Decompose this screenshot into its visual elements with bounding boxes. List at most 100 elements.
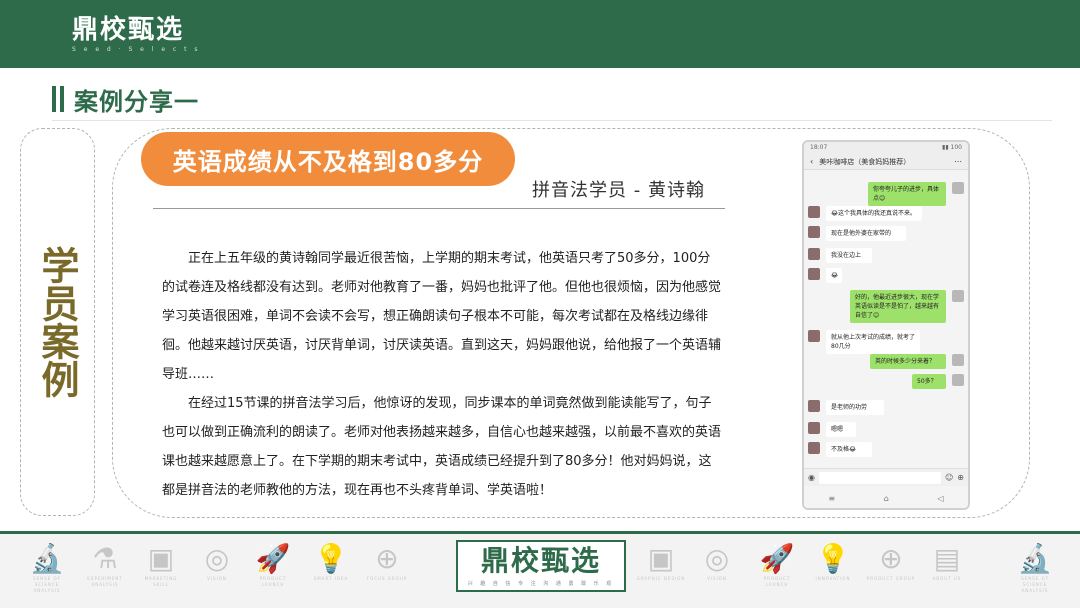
- contact-avatar: [808, 206, 820, 218]
- footer-icon-label: SENSE OF SCIENCE ANALYSIS: [1021, 576, 1049, 593]
- chat-message: 好的，他最近进步很大，现在学英语似读是不是怕了，越来越有自信了😊: [850, 290, 946, 323]
- chat-message: 嗯嗯: [826, 422, 856, 437]
- home-icon: ⌂: [883, 493, 889, 503]
- footer-icon-label: VISION: [207, 576, 227, 581]
- bulb-icon-2-glyph: 💡: [815, 542, 851, 575]
- plus-icon: ⊕: [957, 473, 964, 482]
- chat-screenshot: 18:07 ▮▮ 100 ‹ 美咔咖啡店（美食妈妈推荐） ⋯ 你夸夸儿子的进步，…: [802, 140, 970, 510]
- chat-message: 😂这个我具体的我还真说不来。: [826, 206, 922, 221]
- rocket-icon-2-glyph: 🚀: [759, 542, 795, 575]
- chat-message: 是老师的功劳: [826, 400, 884, 415]
- footer-icon-label: PRODUCT GROUP: [866, 576, 916, 581]
- footer-logo-text: 鼎校甄选: [480, 544, 601, 577]
- case-paragraph: 正在上五年级的黄诗翰同学最近很苦恼，上学期的期末考试，他英语只考了50多分，10…: [162, 251, 722, 382]
- phone-status-right: ▮▮ 100: [942, 144, 962, 151]
- chat-message: 你夸夸儿子的进步，具体点😊: [868, 182, 946, 206]
- contact-avatar: [808, 268, 820, 280]
- slide: 鼎校甄选 S e e d · S e l e c t s 案例分享一 学员案例 …: [0, 0, 1080, 608]
- title-divider: [52, 120, 1052, 121]
- chat-messages: 你夸夸儿子的进步，具体点😊 😂这个我具体的我还真说不来。 现在是他外婆在家带的 我没在…: [804, 170, 968, 470]
- student-subtitle: 拼音法学员 - 黄诗翰: [532, 180, 705, 201]
- voice-icon: ◉: [808, 473, 815, 482]
- my-avatar: [952, 290, 964, 302]
- chat-message: 英的时候多少分来着？: [870, 354, 946, 369]
- footer-icon-label: SMART IDEA: [313, 576, 349, 581]
- bulb-icon-glyph: 💡: [313, 542, 349, 575]
- target-icon-2: ◎ VISION: [692, 542, 742, 582]
- microscope-icon-glyph: 🔬: [29, 542, 65, 575]
- my-avatar: [952, 374, 964, 386]
- target-icon: ◎ VISION: [192, 542, 242, 582]
- bulb-icon-2: 💡 INNOVATION: [808, 542, 858, 582]
- more-icon: ⋯: [954, 157, 962, 166]
- footer-logo-subtext: 兴 趣 自 信 专 注 沟 通 勇 敢 乐 观: [467, 581, 615, 587]
- target-icon-2-glyph: ◎: [704, 542, 730, 575]
- footer-icon-label: FOCUS GROUP: [366, 576, 408, 581]
- section-title-text: 案例分享一: [74, 87, 199, 116]
- microscope-icon-2: 🔬 SENSE OF SCIENCE ANALYSIS: [1010, 542, 1060, 594]
- chat-message: 我没在边上: [826, 248, 872, 263]
- rocket-icon-2: 🚀 PRODUCT LAUNCH: [752, 542, 802, 588]
- footer-icon-label: MARKETING SKILL: [144, 576, 178, 587]
- target-icon-glyph: ◎: [204, 542, 230, 575]
- rocket-icon-glyph: 🚀: [255, 542, 291, 575]
- phone-status-bar: 18:07 ▮▮ 100: [804, 142, 968, 154]
- book-icon-glyph: ▤: [933, 542, 961, 575]
- contact-avatar: [808, 330, 820, 342]
- side-tag-text: 学员案例: [35, 246, 79, 398]
- contact-avatar: [808, 442, 820, 454]
- globe-icon-glyph: ⊕: [375, 542, 399, 575]
- board-icon-2: ▣ GRAPHIC DESIGN: [636, 542, 686, 582]
- footer-icon-label: ABOUT US: [932, 576, 962, 581]
- microscope-icon: 🔬 SENSE OF SCIENCE ANALYSIS: [22, 542, 72, 594]
- brand-logo: 鼎校甄选 S e e d · S e l e c t s: [72, 14, 201, 53]
- footer-icon-label: PRODUCT LAUNCH: [259, 576, 287, 587]
- case-paragraph: 在经过15节课的拼音法学习后，他惊讶的发现，同步课本的单词竟然做到能读能写了，句…: [162, 396, 722, 498]
- contact-avatar: [808, 400, 820, 412]
- header-bar: 鼎校甄选 S e e d · S e l e c t s: [0, 0, 1080, 68]
- flask-icon-glyph: ⚗: [92, 542, 118, 575]
- contact-avatar: [808, 422, 820, 434]
- globe-icon-2: ⊕ PRODUCT GROUP: [866, 542, 916, 582]
- logo-subtext: S e e d · S e l e c t s: [72, 46, 201, 53]
- board-icon: ▣ MARKETING SKILL: [136, 542, 186, 588]
- globe-icon-2-glyph: ⊕: [879, 542, 903, 575]
- phone-nav-bar: ≡ ⌂ ◁: [804, 488, 968, 508]
- logo-text: 鼎校甄选: [72, 15, 185, 45]
- chat-title: 美咔咖啡店（美食妈妈推荐）: [819, 157, 911, 166]
- board-icon-glyph: ▣: [147, 542, 175, 575]
- chat-title-bar: ‹ 美咔咖啡店（美食妈妈推荐） ⋯: [804, 154, 968, 170]
- headline-pill: 英语成绩从不及格到80多分: [141, 132, 515, 186]
- side-tag: 学员案例: [20, 128, 95, 516]
- footer-icon-label: SENSE OF SCIENCE ANALYSIS: [33, 576, 61, 593]
- bulb-icon: 💡 SMART IDEA: [306, 542, 356, 582]
- emoji-icon: ☺: [944, 473, 954, 482]
- book-icon: ▤ ABOUT US: [922, 542, 972, 582]
- rocket-icon: 🚀 PRODUCT LAUNCH: [248, 542, 298, 588]
- board-icon-2-glyph: ▣: [647, 542, 675, 575]
- chat-message: 就从他上次考试的成绩，就考了80几分: [826, 330, 920, 354]
- flask-icon: ⚗ EXPERIMENT ANALYSIS: [80, 542, 130, 588]
- back-nav-icon: ◁: [937, 493, 944, 503]
- section-title: 案例分享一: [52, 84, 199, 116]
- microscope-icon-2-glyph: 🔬: [1017, 542, 1053, 575]
- my-avatar: [952, 354, 964, 366]
- title-bars-icon: [52, 86, 64, 112]
- contact-avatar: [808, 226, 820, 238]
- chat-message: 现在是他外婆在家带的: [826, 226, 906, 241]
- subtitle-rule: [153, 208, 725, 209]
- my-avatar: [952, 182, 964, 194]
- contact-avatar: [808, 248, 820, 260]
- case-body: 正在上五年级的黄诗翰同学最近很苦恼，上学期的期末考试，他英语只考了50多分，10…: [162, 244, 722, 505]
- phone-time: 18:07: [810, 144, 828, 151]
- footer-icon-label: EXPERIMENT ANALYSIS: [87, 576, 123, 587]
- footer-logo: 鼎校甄选 兴 趣 自 信 专 注 沟 通 勇 敢 乐 观: [456, 540, 626, 592]
- chat-message: 不及格😂: [826, 442, 872, 457]
- chat-message: 😂: [826, 268, 842, 283]
- chat-input: [818, 471, 941, 484]
- footer-icon-label: PRODUCT LAUNCH: [763, 576, 791, 587]
- globe-icon: ⊕ FOCUS GROUP: [362, 542, 412, 582]
- footer-icon-label: INNOVATION: [815, 576, 851, 581]
- footer-icon-label: GRAPHIC DESIGN: [636, 576, 686, 581]
- footer-icon-label: VISION: [707, 576, 727, 581]
